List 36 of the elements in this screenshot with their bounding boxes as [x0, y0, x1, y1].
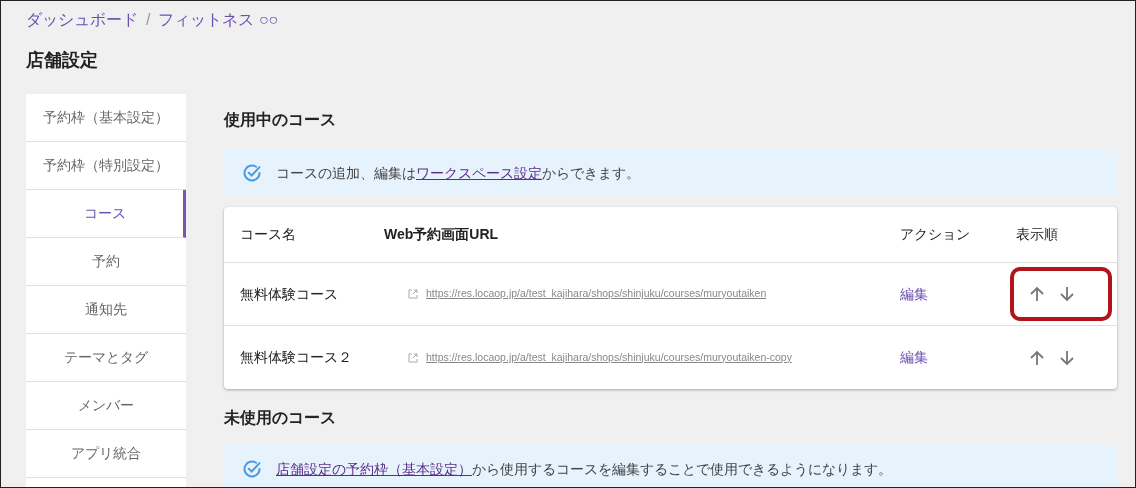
section-heading: 使用中のコース	[224, 110, 337, 130]
sidebar-item[interactable]: コース	[26, 190, 186, 238]
settings-link[interactable]: ワークスペース設定	[416, 164, 542, 181]
notice-text: 店舗設定の予約枠（基本設定）から使用するコースを編集することで使用できるようになります。	[276, 459, 892, 479]
course-url-link[interactable]: https://res.locaop.jp/a/test_kajihara/shops/shinjuku/courses/muryoutaiken-copy	[426, 349, 792, 366]
column-header: Web予約画面URL	[384, 225, 500, 244]
arrow-up-icon[interactable]	[1028, 348, 1046, 367]
sidebar-item[interactable]: 予約枠（特別設定）	[26, 142, 186, 190]
edit-link[interactable]: 編集	[900, 347, 1016, 368]
arrow-down-icon[interactable]	[1058, 285, 1076, 303]
column-header: コース名	[239, 225, 297, 244]
sidebar-item[interactable]: メンバー	[26, 382, 186, 430]
settings-link[interactable]: 店舗設定の予約枠（基本設定）	[276, 460, 472, 477]
table-cell-text: 無料体験コース２	[239, 348, 353, 367]
check-circle-icon	[242, 459, 262, 479]
sidebar-item[interactable]: 予約枠（基本設定）	[26, 94, 186, 142]
external-link-icon	[408, 289, 418, 299]
table-cell-text: 無料体験コース	[239, 284, 339, 304]
page-title: 店舗設定	[25, 49, 99, 72]
column-header: 表示順	[1016, 225, 1058, 244]
section-heading: 未使用のコース	[224, 408, 337, 428]
sidebar-item[interactable]: アプリ統合	[26, 430, 186, 478]
breadcrumb-separator: /	[146, 10, 151, 30]
edit-link[interactable]: 編集	[900, 283, 1016, 305]
sidebar-item[interactable]: 予約	[26, 238, 186, 286]
notice-text: コースの追加、編集は ワークスペース設定からできます。	[276, 163, 640, 183]
breadcrumb-link[interactable]: フィットネス ○○	[158, 8, 279, 32]
sidebar-item[interactable]: 通知先	[26, 286, 186, 334]
check-circle-icon	[242, 163, 262, 183]
breadcrumb-link[interactable]: ダッシュボード	[26, 8, 138, 32]
arrow-up-icon[interactable]	[1028, 285, 1046, 303]
external-link-icon	[408, 352, 418, 363]
sidebar-item[interactable]: テーマとタグ	[26, 334, 186, 382]
column-header: アクション	[900, 225, 971, 244]
course-url-link[interactable]: https://res.locaop.jp/a/test_kajihara/shops/shinjuku/courses/muryoutaiken	[426, 286, 767, 302]
arrow-down-icon[interactable]	[1058, 348, 1076, 367]
